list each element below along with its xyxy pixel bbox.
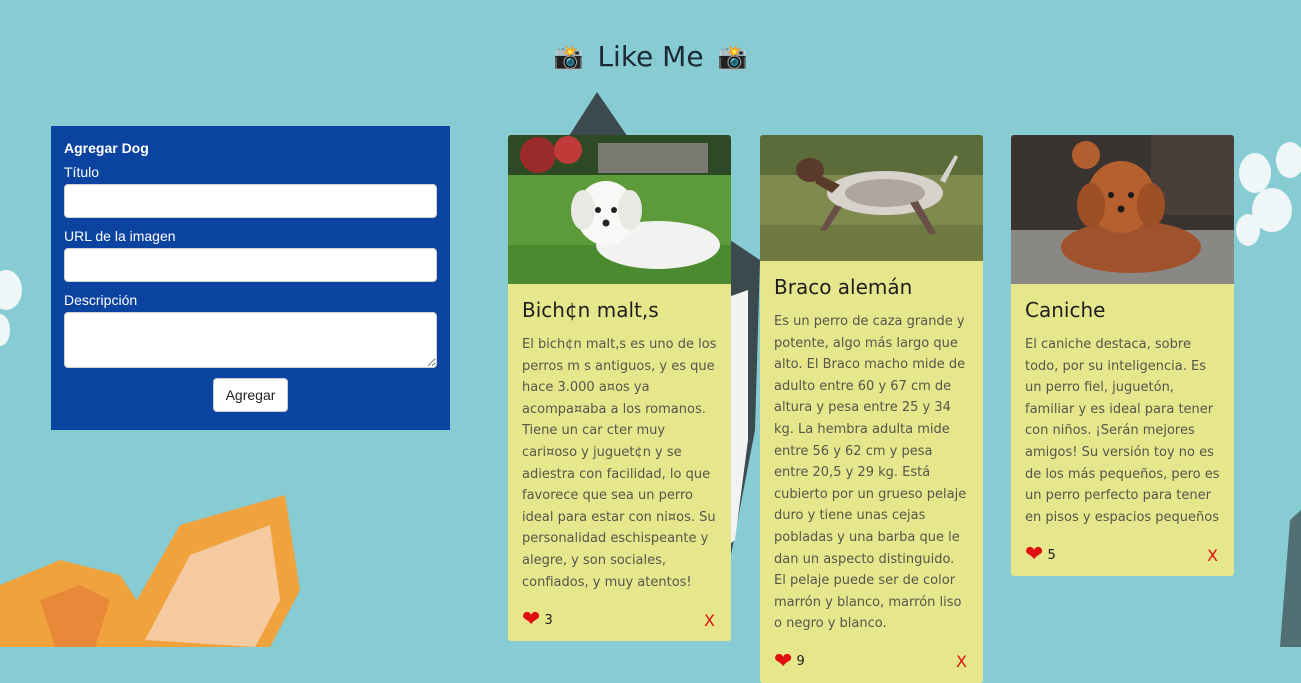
post-card: Bich¢n malt,s El bich¢n malt,s es uno de…	[508, 135, 731, 642]
heart-icon[interactable]: ❤	[1025, 544, 1043, 566]
post-title: Caniche	[1025, 298, 1106, 322]
post-title: Bich¢n malt,s	[522, 298, 659, 322]
post-image	[508, 135, 731, 284]
title-label: Título	[64, 164, 100, 180]
delete-button[interactable]: X	[704, 611, 717, 630]
post-image	[760, 135, 983, 261]
description-label: Descripción	[64, 292, 138, 308]
post-description: Es un perro de caza grande y potente, al…	[774, 314, 967, 632]
title-input[interactable]	[64, 184, 437, 218]
post-title: Braco alemán	[774, 275, 913, 299]
image-url-label: URL de la imagen	[64, 228, 176, 244]
post-description: El bich¢n malt,s es uno de los perros m …	[522, 337, 717, 590]
add-dog-form: Agregar Dog Título URL de la imagen Desc…	[51, 126, 450, 430]
camera-flash-icon: 📸	[553, 42, 584, 71]
description-input[interactable]	[64, 312, 437, 368]
post-image	[1011, 135, 1234, 284]
heart-icon[interactable]: ❤	[522, 609, 540, 631]
image-url-input[interactable]	[64, 248, 437, 282]
post-card: Caniche El caniche destaca, sobre todo, …	[1011, 135, 1234, 577]
add-button[interactable]: Agregar	[212, 378, 289, 412]
like-count: 9	[796, 654, 805, 670]
post-card: Braco alemán Es un perro de caza grande …	[760, 135, 983, 683]
like-count: 5	[1047, 547, 1056, 563]
heart-icon[interactable]: ❤	[774, 650, 792, 673]
form-heading: Agregar Dog	[64, 140, 149, 156]
delete-button[interactable]: X	[956, 652, 969, 671]
camera-flash-icon: 📸	[717, 42, 748, 71]
page-header: 📸 Like Me 📸	[0, 40, 1301, 73]
page-title: Like Me	[597, 40, 704, 73]
post-description: El caniche destaca, sobre todo, por su i…	[1025, 337, 1220, 525]
delete-button[interactable]: X	[1207, 546, 1220, 565]
like-count: 3	[544, 612, 553, 628]
